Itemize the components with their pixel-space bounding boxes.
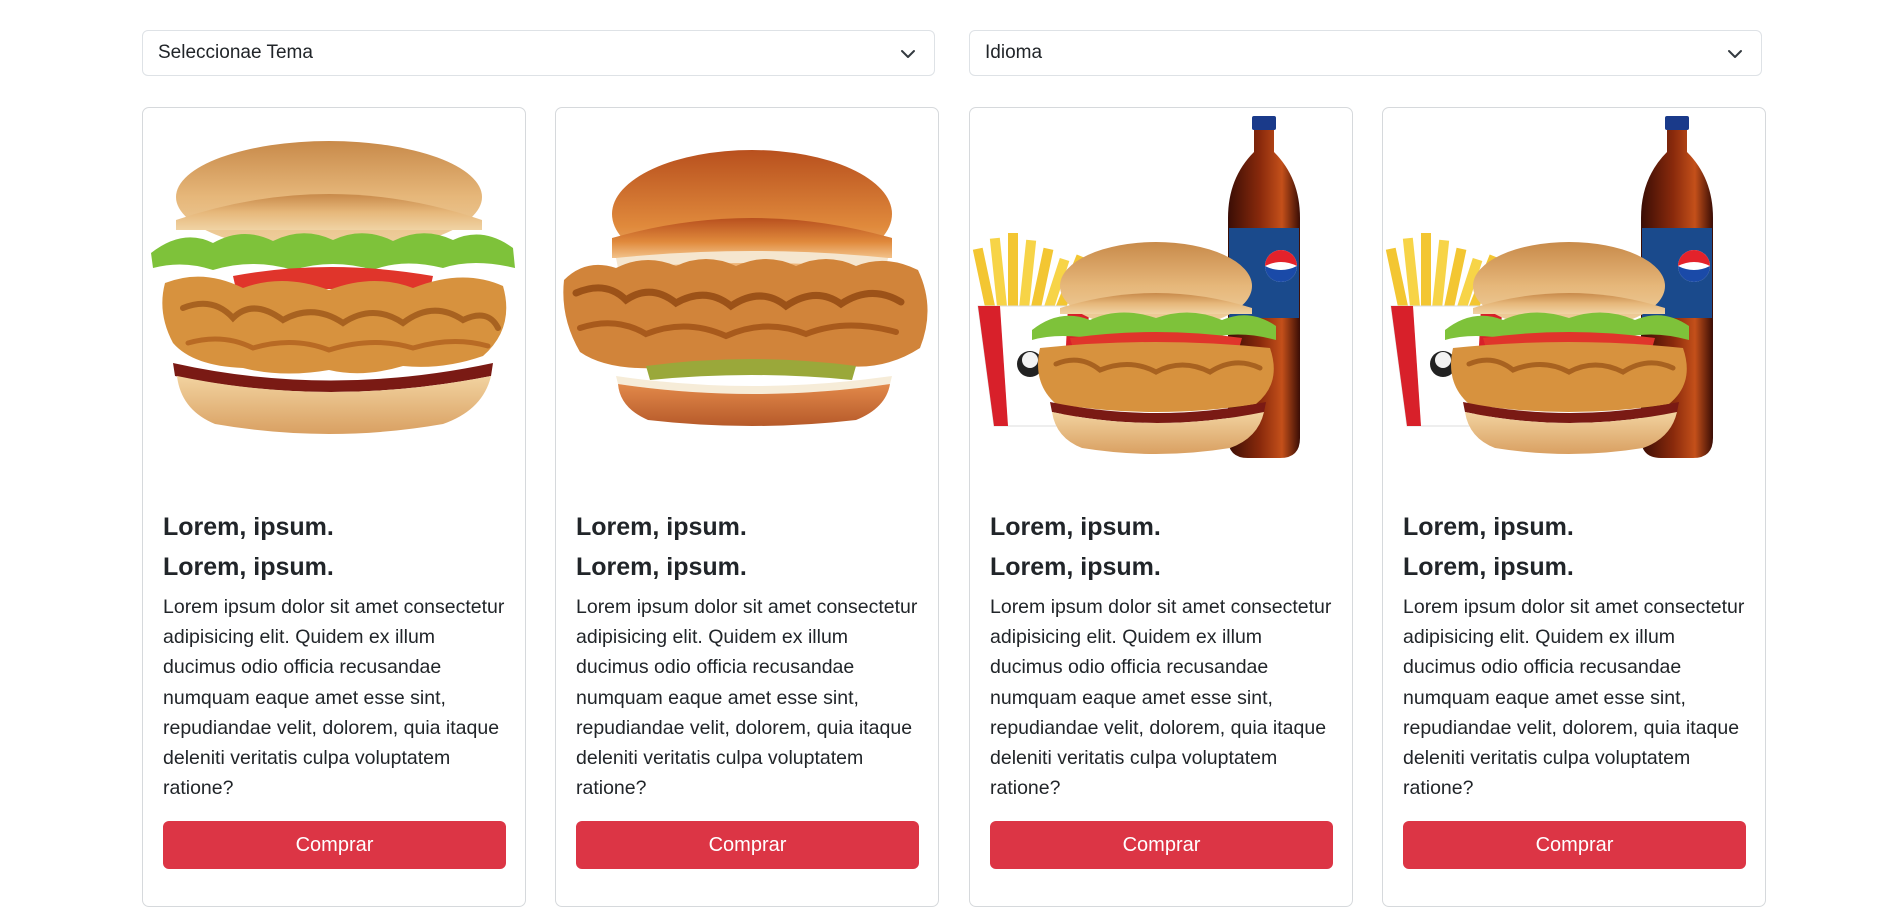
language-select-value: Idioma [985,42,1043,63]
card-subtitle: Lorem, ipsum. [576,553,747,581]
card-description: Lorem ipsum dolor sit amet consectetur a… [576,596,918,800]
card-subtitle: Lorem, ipsum. [990,553,1161,581]
buy-button[interactable]: Comprar [163,821,506,869]
buy-button[interactable]: Comprar [576,821,919,869]
card-description: Lorem ipsum dolor sit amet consectetur a… [990,596,1332,800]
theme-select-value: Seleccionae Tema [158,42,313,63]
filters-bar: Seleccionae Tema Idioma [142,30,1764,78]
card-description: Lorem ipsum dolor sit amet consectetur a… [163,596,505,800]
product-image [1383,108,1765,488]
buy-button[interactable]: Comprar [990,821,1333,869]
product-image [556,108,938,488]
card-title: Lorem, ipsum. [576,513,747,541]
product-card: Lorem, ipsum. Lorem, ipsum. Lorem ipsum … [1382,107,1766,907]
product-image [970,108,1352,488]
product-card: Lorem, ipsum. Lorem, ipsum. Lorem ipsum … [555,107,939,907]
product-image [143,108,525,488]
card-title: Lorem, ipsum. [990,513,1161,541]
card-title: Lorem, ipsum. [1403,513,1574,541]
card-subtitle: Lorem, ipsum. [1403,553,1574,581]
buy-button[interactable]: Comprar [1403,821,1746,869]
card-description: Lorem ipsum dolor sit amet consectetur a… [1403,596,1745,800]
product-card: Lorem, ipsum. Lorem, ipsum. Lorem ipsum … [969,107,1353,907]
card-title: Lorem, ipsum. [163,513,334,541]
product-card: Lorem, ipsum. Lorem, ipsum. Lorem ipsum … [142,107,526,907]
language-select[interactable]: Idioma [969,30,1762,76]
chevron-down-icon [1728,50,1742,58]
chevron-down-icon [901,50,915,58]
theme-select[interactable]: Seleccionae Tema [142,30,935,76]
card-subtitle: Lorem, ipsum. [163,553,334,581]
